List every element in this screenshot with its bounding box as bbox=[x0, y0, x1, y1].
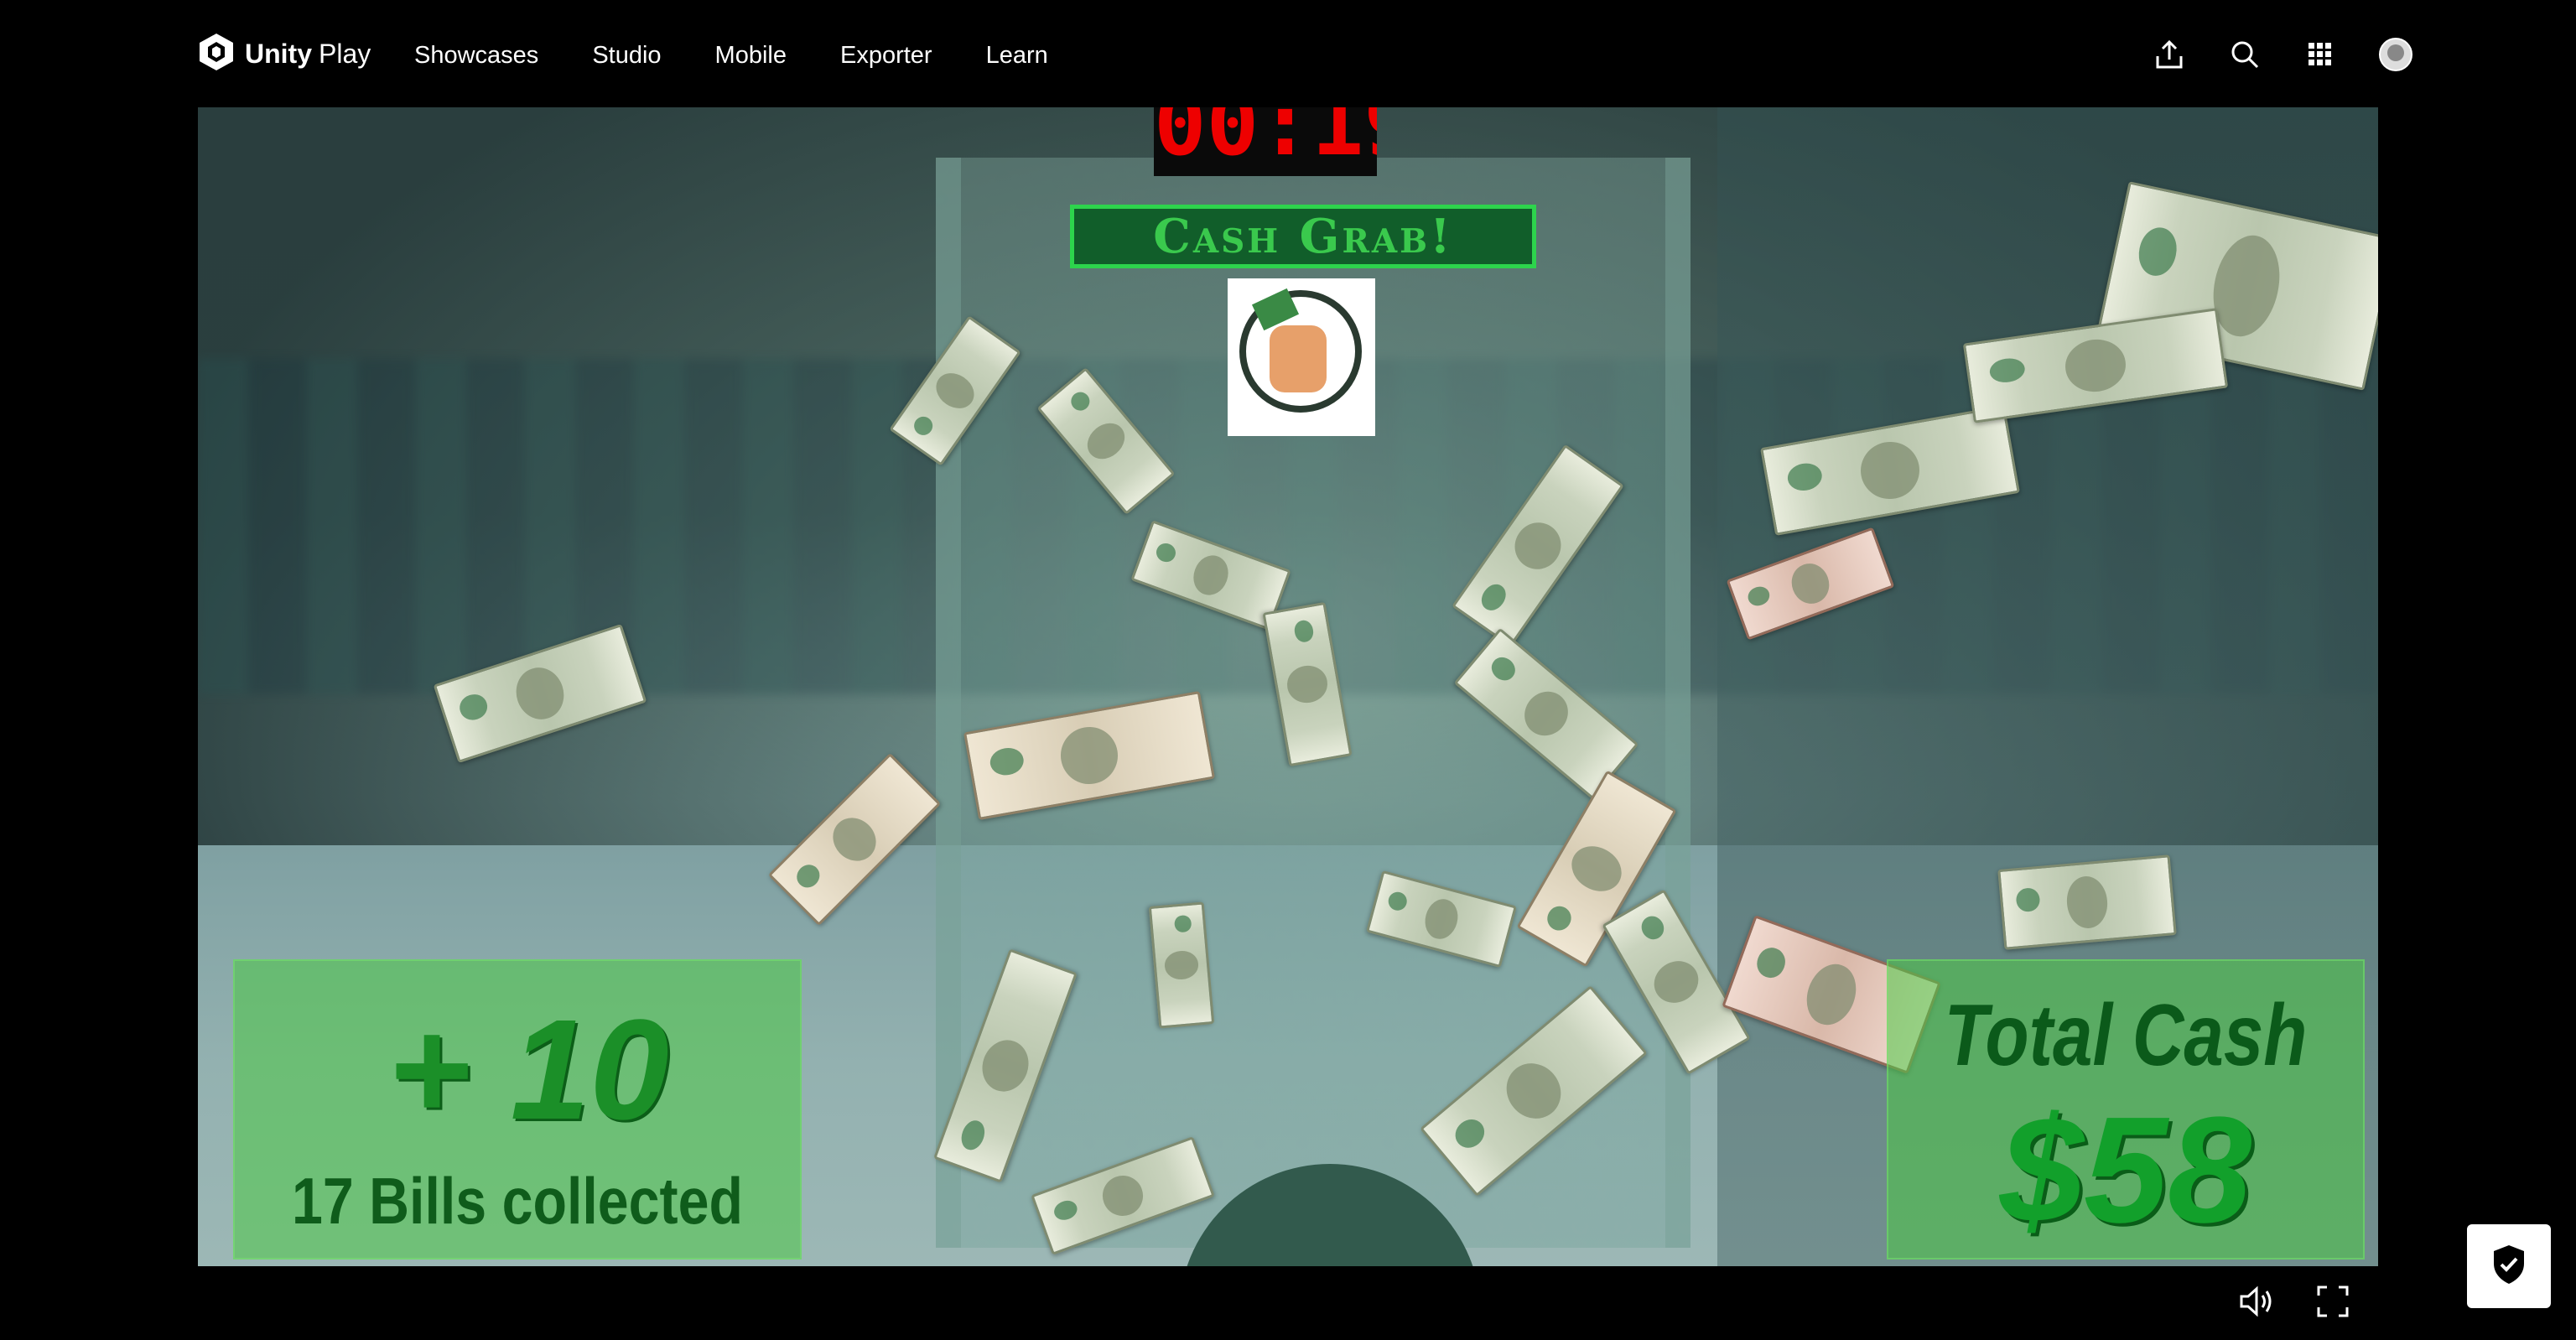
timer-value: 00:19 bbox=[1154, 107, 1377, 175]
search-icon[interactable] bbox=[2225, 35, 2264, 74]
bill bbox=[1148, 901, 1215, 1029]
bonus-value: + 10 bbox=[387, 990, 669, 1150]
privacy-badge[interactable] bbox=[2467, 1224, 2551, 1308]
avatar-icon[interactable] bbox=[2376, 35, 2415, 74]
bills-collected-panel: + 10 17 Bills collected bbox=[233, 959, 802, 1259]
nav-actions bbox=[2150, 35, 2415, 74]
brand-name-light: Play bbox=[319, 38, 371, 69]
nav-exporter[interactable]: Exporter bbox=[840, 39, 932, 72]
bills-collected-count: 17 Bills collected bbox=[291, 1164, 743, 1238]
apps-grid-icon[interactable] bbox=[2301, 35, 2340, 74]
avatar bbox=[2379, 38, 2412, 71]
nav-mobile[interactable]: Mobile bbox=[715, 39, 787, 72]
total-cash-label: Total Cash bbox=[1944, 987, 2308, 1084]
nav-studio[interactable]: Studio bbox=[592, 39, 661, 72]
cash-grab-fist-icon bbox=[1228, 278, 1375, 436]
total-cash-value: $58 bbox=[1999, 1086, 2252, 1254]
top-navigation-bar: Unity Play Showcases Studio Mobile Expor… bbox=[0, 0, 2576, 107]
share-upload-icon[interactable] bbox=[2150, 35, 2189, 74]
player-controls bbox=[0, 1266, 2576, 1340]
shield-check-icon bbox=[2490, 1244, 2527, 1290]
game-title: Cash Grab! bbox=[1153, 209, 1453, 264]
unity-play-logo[interactable]: Unity Play bbox=[196, 32, 371, 75]
total-cash-panel: Total Cash $58 bbox=[1887, 959, 2365, 1259]
bill bbox=[1997, 854, 2177, 950]
brand-name-bold: Unity bbox=[245, 38, 312, 69]
countdown-timer: 00:19 bbox=[1154, 107, 1377, 176]
nav-learn[interactable]: Learn bbox=[986, 39, 1048, 72]
brand-name: Unity Play bbox=[245, 39, 371, 70]
game-title-banner: Cash Grab! bbox=[1070, 205, 1536, 268]
fullscreen-icon[interactable] bbox=[2316, 1285, 2350, 1318]
unity-cube-icon bbox=[196, 32, 236, 76]
game-canvas[interactable]: 00:19 Cash Grab! + 10 17 Bills collected… bbox=[198, 107, 2378, 1266]
main-nav: Showcases Studio Mobile Exporter Learn bbox=[414, 39, 1102, 72]
nav-showcases[interactable]: Showcases bbox=[414, 39, 538, 72]
volume-icon[interactable] bbox=[2239, 1285, 2276, 1318]
